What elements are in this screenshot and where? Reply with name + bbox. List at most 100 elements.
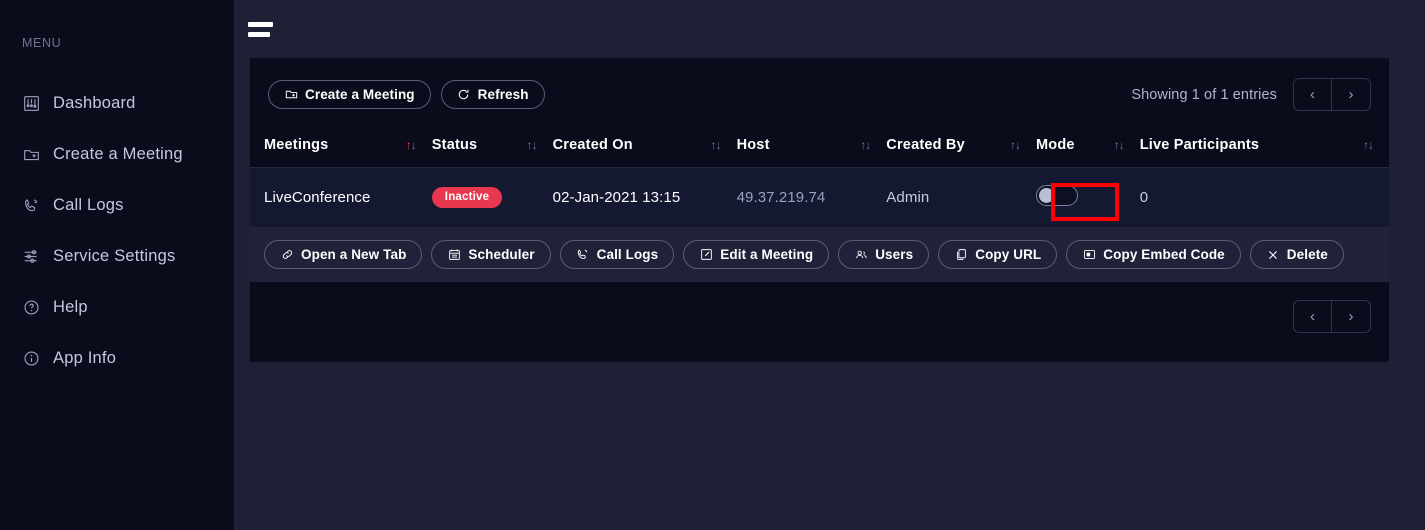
column-header-status[interactable]: Status ↑ ↓ — [431, 127, 553, 168]
column-header-mode[interactable]: Mode ↑ ↓ — [1036, 127, 1140, 168]
hamburger-bar — [248, 21, 273, 27]
sort-icon[interactable]: ↑ ↓ — [1114, 138, 1125, 152]
sidebar: MENU Dashboard Create a Meeting Call Log… — [0, 0, 234, 530]
sidebar-item-service-settings[interactable]: Service Settings — [0, 239, 234, 273]
link-icon — [280, 248, 294, 262]
prev-page-button[interactable]: ‹ — [1294, 301, 1332, 332]
topbar — [234, 0, 1425, 58]
sort-icon[interactable]: ↑ ↓ — [527, 138, 538, 152]
column-label: Created By — [886, 137, 965, 153]
info-circle-icon — [22, 349, 41, 368]
pagination-bottom: ‹ › — [1293, 300, 1371, 333]
sidebar-menu-label: MENU — [22, 36, 62, 50]
sort-icon[interactable]: ↑ ↓ — [1010, 138, 1021, 152]
delete-button[interactable]: Delete — [1249, 240, 1344, 269]
sidebar-item-create-a-meeting[interactable]: Create a Meeting — [0, 137, 234, 171]
entries-pagination: Showing 1 of 1 entries ‹ › — [1131, 78, 1371, 111]
column-label: Meetings — [264, 137, 329, 153]
sidebar-item-label: Dashboard — [53, 93, 136, 112]
phone-icon — [22, 196, 41, 215]
column-header-created-on[interactable]: Created On ↑ ↓ — [552, 127, 737, 168]
next-page-button[interactable]: › — [1332, 79, 1370, 110]
button-label: Delete — [1286, 247, 1328, 262]
column-label: Mode — [1036, 137, 1075, 153]
card-footer: ‹ › — [250, 282, 1389, 333]
column-label: Live Participants — [1139, 137, 1260, 153]
cell-status: Inactive — [431, 167, 553, 227]
toggle-knob — [1039, 188, 1055, 203]
call-logs-button[interactable]: Call Logs — [559, 240, 675, 269]
next-page-button[interactable]: › — [1332, 301, 1370, 332]
pagination-top: ‹ › — [1293, 78, 1371, 111]
sidebar-item-label: Help — [53, 297, 88, 316]
users-icon — [854, 248, 868, 262]
copy-icon — [954, 248, 968, 262]
phone-icon — [576, 248, 590, 262]
sort-icon[interactable]: ↑ ↓ — [406, 138, 417, 152]
question-circle-icon — [22, 298, 41, 317]
column-label: Host — [736, 137, 770, 153]
cell-live-participants: 0 — [1139, 167, 1389, 227]
hamburger-icon[interactable] — [246, 18, 276, 40]
copy-embed-code-button[interactable]: Copy Embed Code — [1066, 240, 1241, 269]
refresh-icon — [457, 88, 471, 102]
sidebar-item-label: Call Logs — [53, 195, 124, 214]
sidebar-item-label: Create a Meeting — [53, 144, 183, 163]
toolbar-buttons: Create a Meeting Refresh — [268, 80, 545, 109]
sort-icon[interactable]: ↑ ↓ — [711, 138, 722, 152]
table-row[interactable]: LiveConference Inactive 02-Jan-2021 13:1… — [250, 167, 1389, 227]
prev-page-button[interactable]: ‹ — [1294, 79, 1332, 110]
meetings-table: Meetings ↑ ↓ Status ↑ ↓ Created On ↑ ↓ H… — [250, 127, 1389, 227]
sort-icon[interactable]: ↑ ↓ — [1363, 138, 1374, 152]
row-actions-bar: Open a New Tab Scheduler Call Logs Edit … — [250, 227, 1389, 282]
cell-host: 49.37.219.74 — [736, 167, 887, 227]
button-label: Open a New Tab — [301, 247, 407, 262]
table-body: LiveConference Inactive 02-Jan-2021 13:1… — [250, 167, 1389, 227]
button-label: Copy URL — [975, 247, 1042, 262]
button-label: Call Logs — [596, 247, 659, 262]
folder-plus-icon — [22, 145, 41, 164]
embed-icon — [1082, 248, 1096, 262]
sliders-icon — [22, 247, 41, 266]
sidebar-item-app-info[interactable]: App Info — [0, 341, 234, 375]
edit-icon — [699, 248, 713, 262]
cell-created-by: Admin — [886, 167, 1037, 227]
refresh-button[interactable]: Refresh — [440, 80, 545, 109]
sidebar-item-dashboard[interactable]: Dashboard — [0, 86, 234, 120]
mode-toggle[interactable] — [1036, 185, 1079, 206]
column-header-meetings[interactable]: Meetings ↑ ↓ — [250, 127, 432, 168]
status-badge: Inactive — [431, 187, 503, 208]
users-button[interactable]: Users — [838, 240, 930, 269]
column-header-created-by[interactable]: Created By ↑ ↓ — [886, 127, 1037, 168]
button-label: Edit a Meeting — [720, 247, 814, 262]
edit-a-meeting-button[interactable]: Edit a Meeting — [683, 240, 830, 269]
calendar-icon — [447, 248, 461, 262]
button-label: Scheduler — [468, 247, 535, 262]
create-a-meeting-button[interactable]: Create a Meeting — [268, 80, 431, 109]
column-header-host[interactable]: Host ↑ ↓ — [736, 127, 887, 168]
sidebar-item-help[interactable]: Help — [0, 290, 234, 324]
column-label: Status — [431, 137, 478, 153]
entries-count: Showing 1 of 1 entries — [1131, 86, 1277, 103]
column-label: Created On — [552, 137, 633, 153]
button-label: Refresh — [477, 87, 529, 102]
scheduler-button[interactable]: Scheduler — [431, 240, 551, 269]
cell-created-on: 02-Jan-2021 13:15 — [552, 167, 737, 227]
dashboard-icon — [22, 94, 41, 113]
cell-meeting-name: LiveConference — [250, 167, 432, 227]
close-icon — [1266, 248, 1280, 262]
button-label: Create a Meeting — [305, 87, 415, 102]
copy-url-button[interactable]: Copy URL — [938, 240, 1058, 269]
folder-plus-icon — [284, 88, 298, 102]
sort-icon[interactable]: ↑ ↓ — [860, 138, 871, 152]
main-content: Create a Meeting Refresh Showing 1 of 1 … — [234, 0, 1425, 530]
meetings-card: Create a Meeting Refresh Showing 1 of 1 … — [250, 58, 1389, 362]
sidebar-item-call-logs[interactable]: Call Logs — [0, 188, 234, 222]
sidebar-item-label: App Info — [53, 348, 117, 367]
button-label: Users — [875, 247, 914, 262]
open-a-new-tab-button[interactable]: Open a New Tab — [264, 240, 423, 269]
app-root: MENU Dashboard Create a Meeting Call Log… — [0, 0, 1425, 530]
card-toolbar: Create a Meeting Refresh Showing 1 of 1 … — [250, 58, 1389, 127]
column-header-live-participants[interactable]: Live Participants ↑ ↓ — [1139, 127, 1389, 168]
button-label: Copy Embed Code — [1103, 247, 1225, 262]
